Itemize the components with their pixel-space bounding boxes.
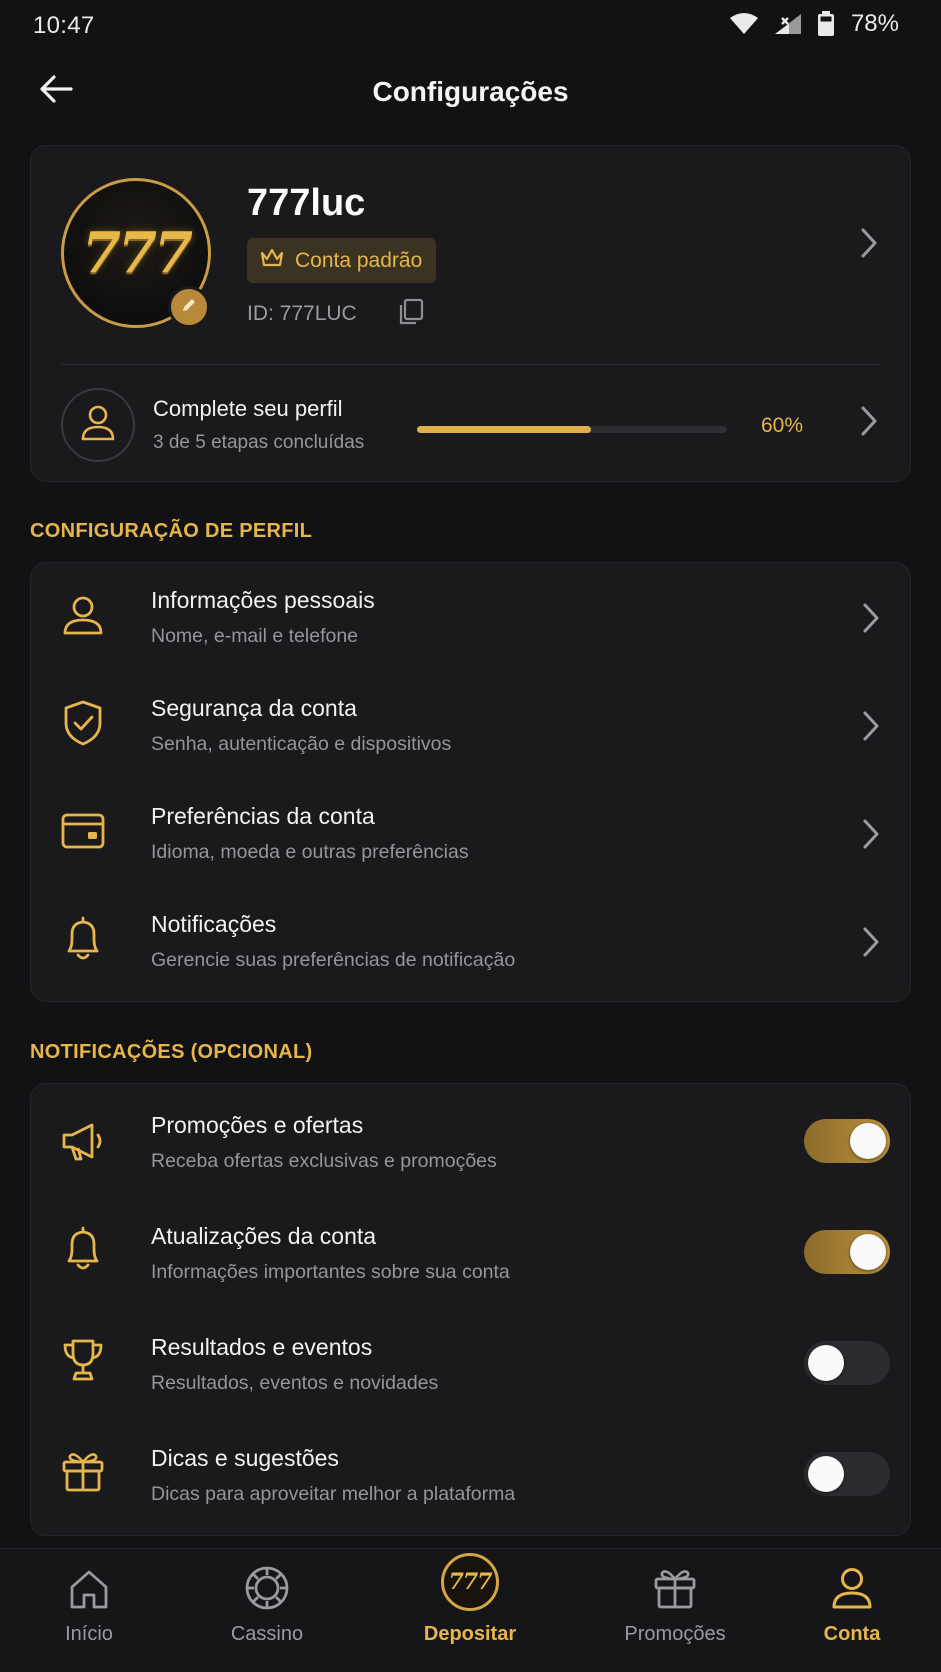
settings-item-subtitle: Senha, autenticação e dispositivos [151,733,452,755]
toggle-knob [850,1123,886,1159]
chip-icon [244,1549,290,1615]
nav-label: Promoções [624,1623,726,1645]
nav-label: Cassino [230,1623,304,1645]
gift-icon [59,1447,107,1495]
avatar-logo: 777 [82,220,193,286]
shield-check-icon [59,699,107,747]
profile-settings-section-title: CONFIGURAÇÃO DE PERFIL [30,520,313,542]
profile-open-button[interactable] [858,226,880,265]
gift-icon [652,1549,698,1615]
status-icons: 78% [729,10,899,38]
bell-icon [59,1225,107,1273]
settings-item-account-preferences[interactable]: Preferências da conta Idioma, moeda e ou… [31,779,910,887]
bottom-nav: Início Cassino 777 Depositar Promoções C… [0,1548,941,1672]
notification-item-subtitle: Resultados, eventos e novidades [151,1372,439,1394]
deposit-777-icon: 777 [441,1549,499,1615]
settings-item-subtitle: Nome, e-mail e telefone [151,625,359,647]
edit-avatar-button[interactable] [168,286,210,328]
chevron-right-icon [860,817,882,856]
nav-item-promotions[interactable]: Promoções [615,1549,735,1672]
profile-card: 777 777luc Conta padrão ID: 777LUC Compl… [30,145,911,482]
toggle-promotions[interactable] [804,1119,890,1163]
chevron-right-icon [860,925,882,964]
nav-label: Início [65,1623,113,1645]
settings-item-title: Informações pessoais [151,587,375,613]
toggle-knob [808,1345,844,1381]
nav-item-deposit[interactable]: 777 Depositar [415,1549,525,1672]
chevron-right-icon [860,601,882,640]
chevron-right-icon [858,228,880,264]
trophy-icon [59,1336,107,1384]
profile-progress-fill [417,426,591,433]
notification-item-subtitle: Informações importantes sobre sua conta [151,1261,510,1283]
user-icon [830,1549,874,1615]
notification-item-title: Resultados e eventos [151,1334,373,1360]
settings-item-personal-info[interactable]: Informações pessoais Nome, e-mail e tele… [31,563,910,671]
nav-label: Conta [823,1623,881,1645]
bell-icon [59,915,107,963]
notification-item-account-updates: Atualizações da conta Informações import… [31,1195,910,1306]
app-header: Configurações [0,56,941,126]
crown-icon [259,247,285,274]
page-title: Configurações [372,76,569,107]
settings-item-title: Segurança da conta [151,695,357,721]
chevron-right-icon [860,709,882,748]
copy-id-button[interactable] [393,296,429,332]
deposit-badge: 777 [441,1553,499,1611]
notification-item-tips: Dicas e sugestões Dicas para aproveitar … [31,1417,910,1528]
settings-screen: 10:47 78% Configurações 777 777luc Conta… [0,0,941,1672]
status-bar: 10:47 78% [0,0,941,50]
copy-icon [398,298,424,331]
profile-progress-bar [417,426,727,433]
profile-progress-percent: 60% [761,414,804,437]
status-time: 10:47 [33,12,95,39]
toggle-account-updates[interactable] [804,1230,890,1274]
nav-item-casino[interactable]: Cassino [217,1549,317,1672]
nav-item-account[interactable]: Conta [812,1549,892,1672]
nav-item-home[interactable]: Início [44,1549,134,1672]
toggle-tips[interactable] [804,1452,890,1496]
wallet-icon [59,807,107,855]
user-id: ID: 777LUC [247,302,357,325]
notifications-section-title: NOTIFICAÇÕES (OPCIONAL) [30,1041,313,1063]
account-type-badge: Conta padrão [247,238,437,283]
settings-item-title: Preferências da conta [151,803,375,829]
divider [61,364,880,365]
user-icon [80,403,116,448]
home-icon [67,1549,111,1615]
complete-profile-title: Complete seu perfil [153,396,343,421]
notification-item-subtitle: Receba ofertas exclusivas e promoções [151,1150,497,1172]
profile-settings-card: Informações pessoais Nome, e-mail e tele… [30,562,911,1002]
complete-profile-row[interactable]: Complete seu perfil 3 de 5 etapas conclu… [31,366,910,481]
chevron-right-icon [858,406,880,442]
battery-percent: 78% [850,10,899,37]
toggle-results-events[interactable] [804,1341,890,1385]
toggle-knob [808,1456,844,1492]
complete-profile-subtitle: 3 de 5 etapas concluídas [153,432,365,453]
username: 777luc [247,182,366,224]
megaphone-icon [59,1118,107,1166]
nav-label: Depositar [423,1623,517,1645]
toggle-knob [850,1234,886,1270]
wifi-icon [729,12,759,36]
pencil-icon [179,295,199,320]
notification-item-title: Dicas e sugestões [151,1445,339,1471]
signal-icon [773,12,803,36]
profile-placeholder-avatar [61,388,135,462]
settings-item-account-security[interactable]: Segurança da conta Senha, autenticação e… [31,671,910,779]
notification-item-results-events: Resultados e eventos Resultados, eventos… [31,1306,910,1417]
notifications-card: Promoções e ofertas Receba ofertas exclu… [30,1083,911,1536]
notification-item-title: Atualizações da conta [151,1223,377,1249]
notification-item-promotions: Promoções e ofertas Receba ofertas exclu… [31,1084,910,1195]
settings-item-subtitle: Gerencie suas preferências de notificaçã… [151,949,516,971]
settings-item-notifications[interactable]: Notificações Gerencie suas preferências … [31,887,910,995]
battery-icon [817,11,835,37]
user-icon [59,591,107,639]
notification-item-subtitle: Dicas para aproveitar melhor a plataform… [151,1483,516,1505]
settings-item-title: Notificações [151,911,277,937]
account-type-label: Conta padrão [295,248,423,272]
settings-item-subtitle: Idioma, moeda e outras preferências [151,841,469,863]
notification-item-title: Promoções e ofertas [151,1112,364,1138]
complete-profile-chevron [858,404,880,443]
